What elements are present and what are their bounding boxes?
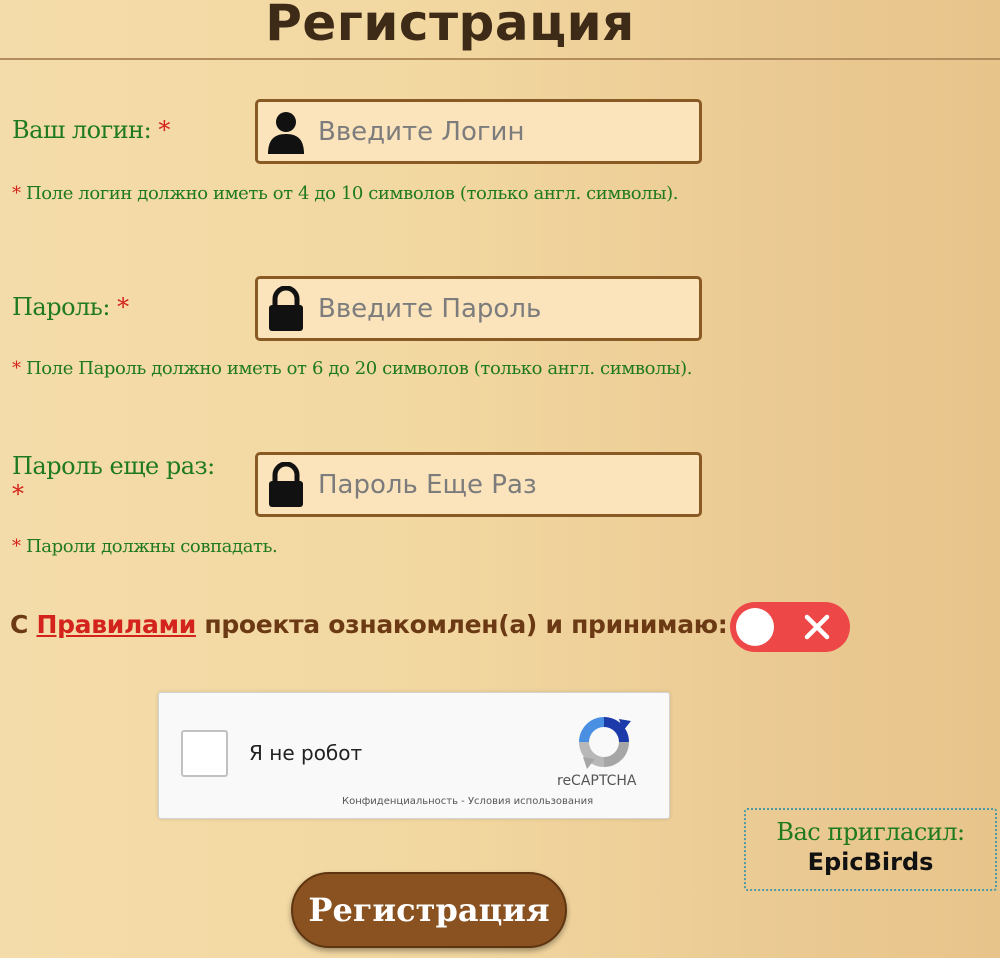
invited-by-name: EpicBirds: [807, 848, 934, 876]
lock-icon: [264, 285, 308, 332]
password-hint-mark: *: [12, 358, 21, 379]
password-repeat-field[interactable]: [255, 452, 702, 517]
password-repeat-label-text: Пароль еще раз:: [12, 452, 215, 480]
password-repeat-hint-mark: *: [12, 536, 21, 557]
password-repeat-required-mark: *: [12, 480, 24, 508]
recaptcha-icon: [573, 711, 635, 773]
login-hint-mark: *: [12, 183, 21, 204]
toggle-knob[interactable]: [736, 608, 774, 646]
password-hint-text: Поле Пароль должно иметь от 6 до 20 симв…: [25, 358, 693, 379]
recaptcha-checkbox[interactable]: [181, 730, 228, 777]
page-title: Регистрация: [265, 0, 635, 52]
user-icon: [264, 109, 308, 155]
password-field[interactable]: [255, 276, 702, 341]
password-hint: * Поле Пароль должно иметь от 6 до 20 си…: [12, 355, 712, 382]
password-repeat-hint: * Пароли должны совпадать.: [12, 533, 712, 560]
invited-by-label: Вас пригласил:: [776, 818, 965, 846]
password-label: Пароль: *: [12, 293, 129, 321]
recaptcha-label: Я не робот: [249, 741, 363, 765]
login-hint: * Поле логин должно иметь от 4 до 10 сим…: [12, 180, 712, 207]
password-required-mark: *: [117, 293, 129, 321]
login-input[interactable]: [318, 116, 688, 147]
login-required-mark: *: [158, 116, 170, 144]
invited-by-box: Вас пригласил: EpicBirds: [744, 808, 997, 891]
login-label: Ваш логин: *: [12, 116, 170, 144]
password-repeat-input[interactable]: [318, 469, 688, 500]
register-button[interactable]: Регистрация: [291, 872, 567, 948]
password-repeat-hint-text: Пароли должны совпадать.: [25, 536, 278, 557]
password-repeat-label: Пароль еще раз: *: [12, 452, 242, 508]
lock-icon: [264, 461, 308, 508]
title-divider: [0, 58, 1000, 60]
close-icon: [802, 612, 832, 642]
rules-accept-toggle[interactable]: [730, 602, 850, 652]
login-label-text: Ваш логин:: [12, 116, 152, 144]
recaptcha-brand: reCAPTCHA: [557, 773, 637, 789]
login-field[interactable]: [255, 99, 702, 164]
recaptcha-widget: Я не робот reCAPTCHA Конфиденциальность …: [158, 692, 670, 819]
rules-prefix: С: [10, 610, 29, 639]
password-label-text: Пароль:: [12, 293, 110, 321]
rules-statement: С Правилами проекта ознакомлен(а) и прин…: [10, 610, 728, 639]
rules-suffix: проекта ознакомлен(а) и принимаю:: [204, 610, 728, 639]
login-hint-text: Поле логин должно иметь от 4 до 10 симво…: [25, 183, 679, 204]
rules-link[interactable]: Правилами: [36, 610, 196, 639]
password-input[interactable]: [318, 293, 688, 324]
recaptcha-links[interactable]: Конфиденциальность - Условия использован…: [342, 796, 593, 807]
